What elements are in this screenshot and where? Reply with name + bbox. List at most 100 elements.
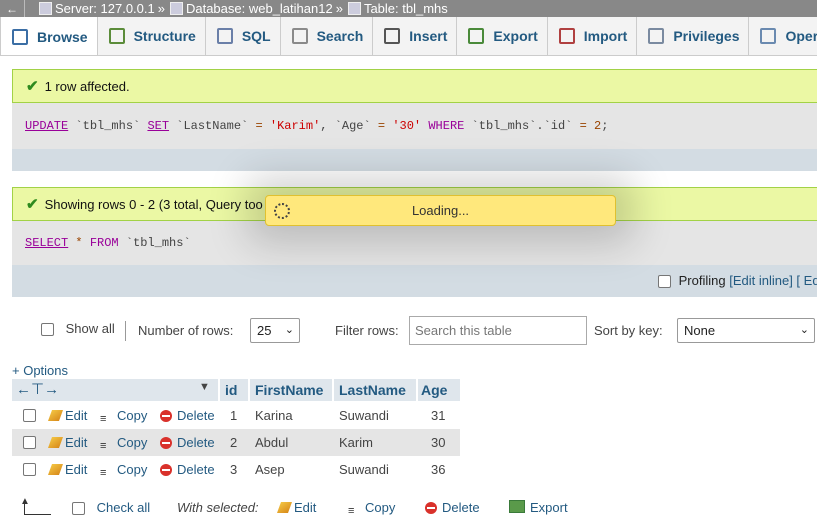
column-header-label: id	[225, 382, 238, 398]
column-header-label: LastName	[339, 382, 406, 398]
sql-keyword[interactable]: UPDATE	[25, 119, 68, 133]
row-checkbox[interactable]	[23, 409, 36, 422]
tab-structure[interactable]: Structure	[98, 17, 206, 55]
sql-keyword[interactable]: SET	[147, 119, 169, 133]
table-row[interactable]: Edit ≡ Copy Delete 3 Asep Suwandi 36	[12, 456, 460, 483]
table-row[interactable]: Edit ≡ Copy Delete 2 Abdul Karim 30	[12, 429, 460, 456]
filter-rows-input[interactable]: Search this table	[409, 316, 587, 345]
database-icon	[169, 2, 183, 15]
tab-export[interactable]: Export	[457, 17, 548, 55]
tab-label: Insert	[409, 28, 448, 44]
breadcrumb-server[interactable]: Server: 127.0.0.1	[55, 1, 155, 16]
tab-browse[interactable]: Browse	[0, 17, 98, 55]
show-all-label: Show all	[65, 321, 115, 336]
row-edit-button[interactable]: Edit	[47, 435, 88, 450]
tab-label: Structure	[133, 28, 196, 44]
bulk-edit-button[interactable]: Edit	[276, 500, 316, 515]
row-copy-button[interactable]: ≡ Copy	[100, 408, 147, 426]
loading-notification: Loading...	[265, 195, 616, 226]
sql-keyword: FROM	[89, 236, 119, 250]
sql-keyword[interactable]: SELECT	[25, 236, 68, 250]
sql-identifier: `Age`	[334, 119, 378, 133]
number-of-rows-value: 25	[257, 323, 272, 338]
tab-search[interactable]: Search	[281, 17, 374, 55]
privileges-icon	[648, 28, 665, 44]
breadcrumb: ← Server: 127.0.0.1 » Database: web_lati…	[0, 0, 817, 17]
sql-operator: =	[377, 119, 386, 133]
breadcrumb-database[interactable]: Database: web_latihan12	[186, 1, 333, 16]
cell-id: 2	[230, 435, 238, 450]
row-edit-button[interactable]: Edit	[47, 462, 87, 477]
check-icon: ✔	[26, 78, 39, 95]
copy-icon: ≡	[100, 413, 107, 425]
bulk-delete-button[interactable]: Delete	[425, 500, 480, 515]
tab-label: Browse	[37, 28, 88, 45]
tab-bar: Browse Structure SQL Search Insert Export Impo…	[0, 17, 817, 56]
breadcrumb-table[interactable]: Table: tbl_mhs	[364, 1, 448, 16]
collapse-arrow-icon[interactable]: ←	[0, 0, 25, 17]
filter-rows-label: Filter rows:	[335, 323, 399, 338]
cell-lastname: Karim	[339, 435, 373, 450]
row-delete-button[interactable]: Delete	[160, 462, 215, 477]
tab-label: Privileges	[673, 28, 740, 44]
bulk-export-button[interactable]: Export	[509, 500, 568, 515]
show-all-checkbox[interactable]	[41, 323, 54, 337]
row-copy-button[interactable]: ≡ Copy	[100, 462, 147, 480]
structure-icon	[108, 28, 125, 44]
column-header-age[interactable]: Age	[418, 379, 460, 401]
tab-insert[interactable]: Insert	[373, 17, 458, 55]
sort-menu-icon[interactable]: ▼	[199, 381, 210, 393]
copy-icon: ≡	[348, 505, 355, 517]
sort-by-key-value: None	[684, 323, 716, 338]
delete-icon	[425, 502, 437, 514]
profiling-bar: Profiling [Edit inline] [ Ed	[12, 265, 817, 297]
column-header-firstname[interactable]: FirstName	[250, 379, 332, 401]
search-icon	[291, 28, 308, 44]
row-delete-button[interactable]: Delete	[160, 435, 215, 450]
row-delete-label: Delete	[177, 435, 215, 450]
with-selected-label: With selected:	[177, 500, 259, 515]
sort-by-key-select[interactable]: None ⌄	[677, 318, 815, 343]
bulk-copy-button[interactable]: ≡ Copy	[348, 500, 395, 518]
filter-rows-placeholder: Search this table	[415, 323, 512, 338]
sql-operator: *	[68, 236, 90, 250]
row-edit-button[interactable]: Edit	[47, 408, 87, 423]
row-delete-label: Delete	[177, 462, 215, 477]
tab-sql[interactable]: SQL	[206, 17, 281, 55]
chevron-down-icon: ⌄	[799, 324, 809, 336]
import-icon	[558, 28, 575, 44]
profiling-checkbox[interactable]	[658, 275, 671, 289]
tab-label: Export	[493, 28, 538, 44]
check-icon: ✔	[26, 196, 39, 213]
row-copy-button[interactable]: ≡ Copy	[100, 435, 147, 453]
row-checkbox[interactable]	[23, 436, 36, 449]
breadcrumb-separator: »	[157, 1, 165, 16]
options-link[interactable]: + Options	[12, 363, 68, 378]
tab-opera[interactable]: Opera	[749, 17, 817, 55]
edit-inline-link[interactable]: [Edit inline]	[729, 273, 793, 288]
tab-privileges[interactable]: Privileges	[637, 17, 750, 55]
column-resize-icon[interactable]: ←⊤→	[16, 380, 59, 398]
number-of-rows-select[interactable]: 25 ⌄	[250, 318, 300, 343]
sql-operator: =	[579, 119, 587, 133]
bulk-export-label: Export	[530, 500, 568, 515]
column-header-lastname[interactable]: LastName	[334, 379, 416, 401]
cell-id: 1	[230, 408, 238, 423]
sql-query-box: UPDATE `tbl_mhs` SET `LastName` = 'Karim…	[12, 103, 817, 149]
sql-toolbar	[12, 149, 817, 171]
row-delete-button[interactable]: Delete	[160, 408, 215, 423]
sql-identifier: `tbl_mhs`	[68, 119, 148, 133]
copy-icon: ≡	[100, 440, 107, 452]
cell-lastname: Suwandi	[339, 462, 389, 477]
row-edit-label: Edit	[65, 435, 88, 450]
row-delete-label: Delete	[177, 408, 215, 423]
cell-age: 30	[431, 435, 446, 450]
column-header-id[interactable]: id	[220, 379, 248, 401]
check-all-label[interactable]: Check all	[97, 500, 150, 515]
edit-link-truncated[interactable]: [ Ed	[793, 273, 817, 288]
row-checkbox[interactable]	[23, 463, 36, 476]
tab-label: SQL	[241, 28, 271, 44]
tab-import[interactable]: Import	[548, 17, 638, 55]
table-row[interactable]: Edit ≡ Copy Delete 1 Karina Suwandi 31	[12, 402, 460, 429]
check-all-checkbox[interactable]	[72, 502, 85, 516]
